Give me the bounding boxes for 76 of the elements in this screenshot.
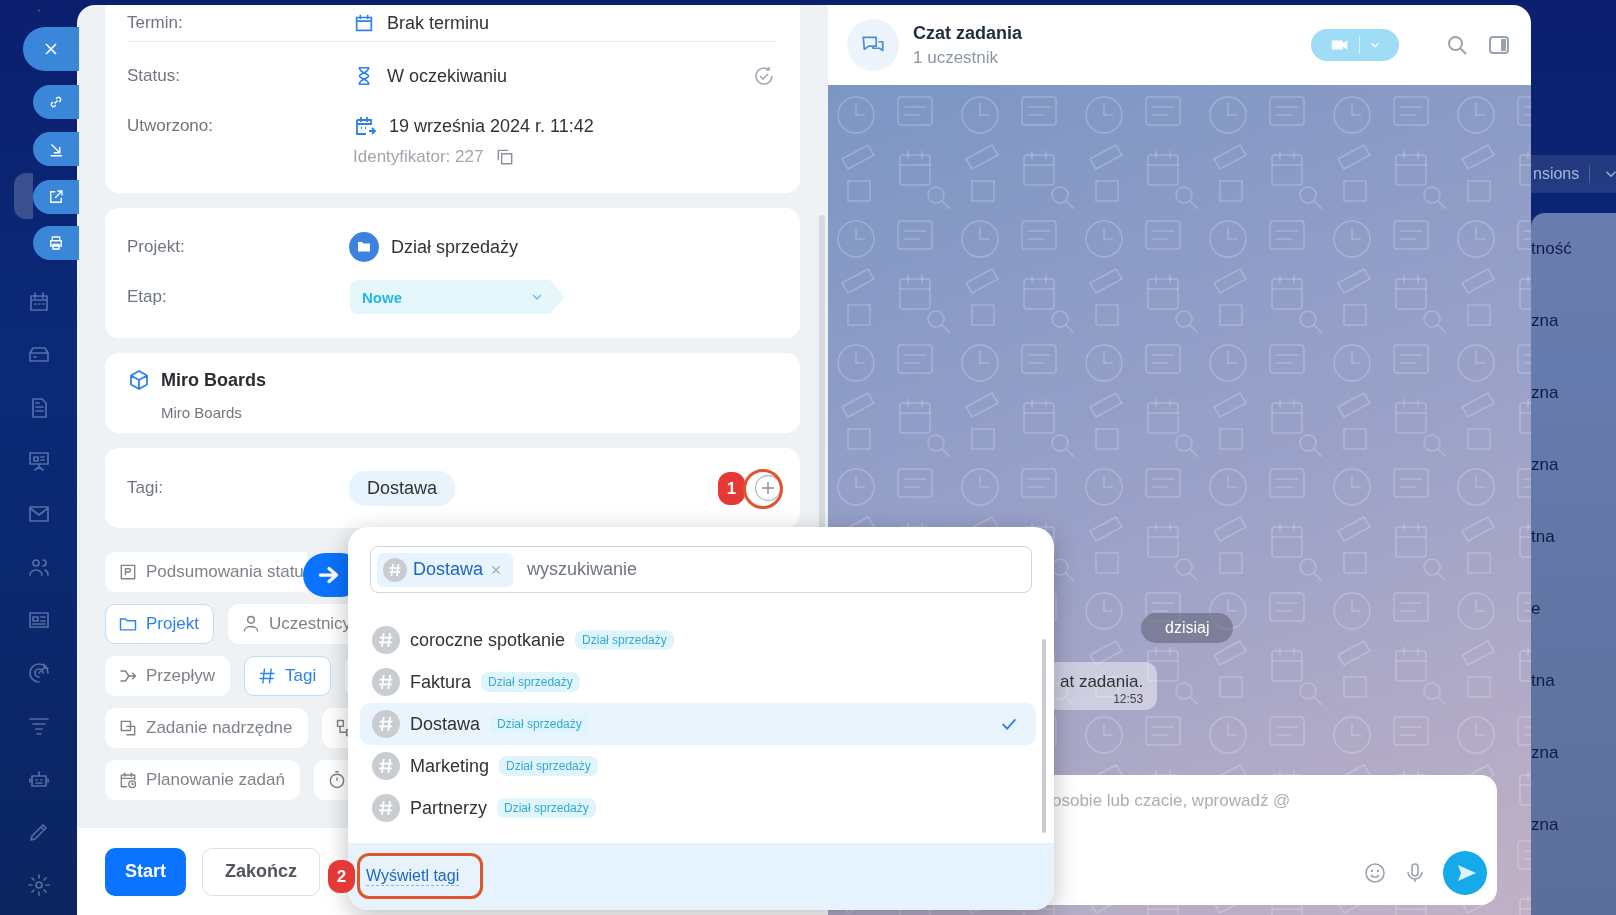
hash-icon	[372, 752, 400, 780]
print-button[interactable]	[33, 226, 79, 260]
created-date: 19 września 2024 r. 11:42	[389, 115, 594, 137]
field-chip[interactable]: Planowanie zadań	[105, 760, 300, 800]
printer-icon	[47, 234, 65, 252]
field-label: Termin:	[127, 13, 184, 33]
refresh-check-icon[interactable]	[752, 64, 776, 88]
cube-icon	[127, 368, 151, 392]
status-value: W oczekiwaniu	[387, 65, 508, 87]
download-button[interactable]	[33, 132, 79, 166]
squares-icon	[118, 718, 138, 738]
folder-icon	[349, 232, 379, 262]
table-cell-text: tna	[1531, 527, 1556, 548]
table-cell-text: zna	[1531, 743, 1560, 764]
table-cell-text: zna	[1531, 311, 1560, 332]
message-text: at zadania.	[1060, 672, 1144, 692]
table-cell-text: tność	[1531, 239, 1573, 260]
calendar-arrow-icon	[353, 114, 377, 138]
app-title: Miro Boards	[161, 369, 266, 391]
chat-icon	[847, 19, 899, 71]
table-cell-text: zna	[1531, 455, 1560, 476]
tag-option[interactable]: Marketing Dział sprzedaży	[360, 745, 1036, 787]
start-button[interactable]: Start	[105, 847, 186, 896]
project-name[interactable]: Dział sprzedaży	[391, 236, 519, 258]
hash-icon	[372, 626, 400, 654]
app-subtitle: Miro Boards	[161, 404, 243, 421]
date-pill: dzisiaj	[1141, 613, 1234, 643]
table-cell-text: e	[1531, 599, 1542, 620]
video-call-button[interactable]	[1311, 29, 1399, 61]
tag-option[interactable]: Faktura Dział sprzedaży	[360, 661, 1036, 703]
hash-icon	[372, 710, 400, 738]
field-chip[interactable]: Tagi	[243, 656, 332, 696]
participant-count[interactable]: 1 uczestnik	[913, 47, 1311, 68]
show-tags-link[interactable]: Wyświetl tagi	[366, 867, 460, 886]
field-chip[interactable]: Projekt	[105, 604, 214, 644]
search-icon[interactable]	[1445, 33, 1469, 57]
table-cell-text: zna	[1531, 383, 1560, 404]
external-link-icon	[47, 188, 65, 206]
field-chip[interactable]: Przepływ	[105, 656, 230, 696]
field-label: Projekt:	[127, 237, 186, 257]
send-button[interactable]	[1443, 851, 1487, 895]
close-button[interactable]	[23, 27, 79, 71]
hash-icon	[372, 668, 400, 696]
field-label: Utworzono:	[127, 116, 214, 136]
chat-title: Czat zadania	[913, 22, 1024, 44]
hash-icon	[383, 557, 407, 582]
calendar-clock-icon	[118, 770, 138, 790]
field-chip[interactable]: Zadanie nadrzędne	[105, 708, 308, 748]
field-label: Etap:	[127, 287, 168, 307]
message-time: 12:53	[1113, 692, 1144, 706]
presentation-icon	[26, 449, 51, 473]
field-label: Status:	[127, 66, 181, 86]
highlight-ring	[743, 469, 783, 509]
settings-icon	[26, 873, 51, 897]
field-chip[interactable]: Podsumowania statu	[105, 552, 307, 592]
field-value: Brak terminu	[387, 12, 490, 34]
tag-pill[interactable]: Dostawa	[349, 470, 456, 506]
tag-option[interactable]: Partnerzy Dział sprzedaży	[360, 787, 1036, 829]
calendar-icon	[353, 12, 375, 34]
finish-button[interactable]: Zakończ	[202, 847, 321, 896]
link-button[interactable]	[33, 85, 79, 119]
sidebar-toggle-icon[interactable]	[1487, 33, 1511, 57]
tag-option[interactable]: Dostawa Dział sprzedaży	[360, 703, 1036, 745]
table-cell-text: zna	[1531, 815, 1560, 836]
scrollbar[interactable]	[1042, 639, 1046, 833]
field-label: Tagi:	[127, 478, 164, 498]
identifier-text: Identyfikator: 227	[353, 147, 484, 167]
hash-icon	[372, 794, 400, 822]
document-p-icon	[118, 562, 138, 582]
emoji-icon[interactable]	[1363, 861, 1387, 885]
tag-token[interactable]: Dostawa	[377, 552, 514, 587]
table-cell-text: tna	[1531, 671, 1556, 692]
plus-icon[interactable]	[754, 474, 782, 502]
target-icon	[26, 661, 51, 685]
tag-search-field[interactable]: Dostawa wyszukiwanie	[370, 546, 1032, 593]
open-external-button[interactable]	[33, 180, 79, 214]
